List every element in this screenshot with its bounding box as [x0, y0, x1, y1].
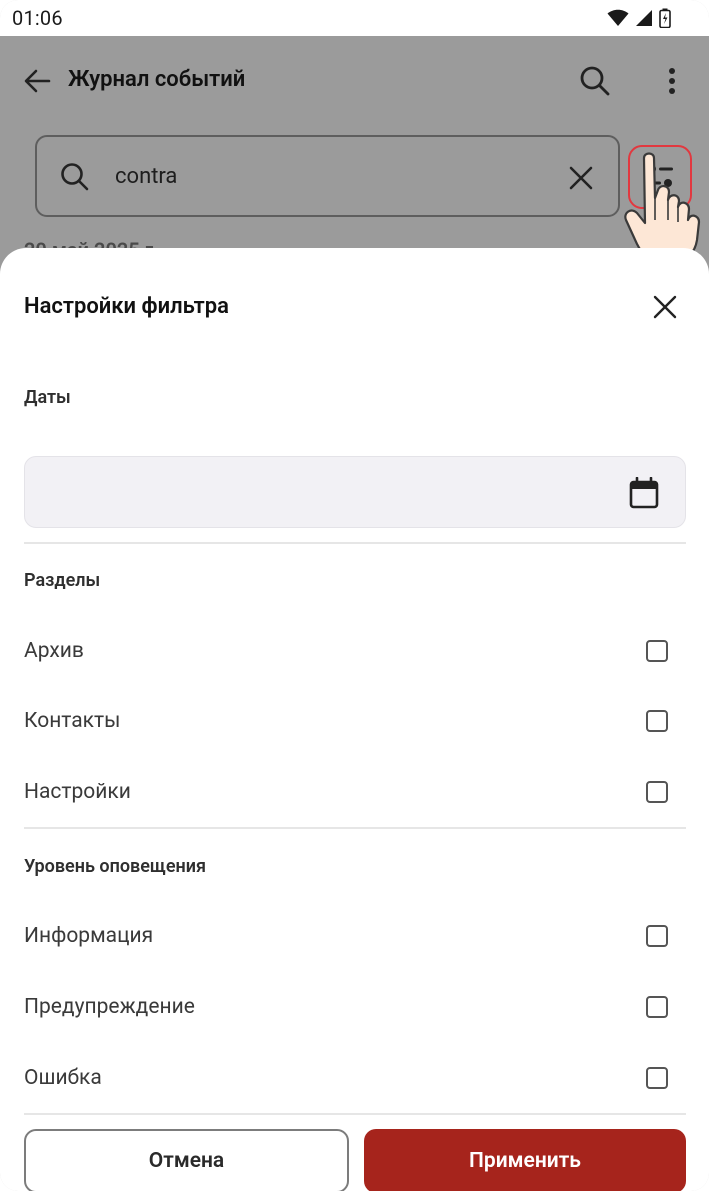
sheet-title: Настройки фильтра [24, 294, 229, 319]
divider [24, 1113, 686, 1115]
divider [24, 827, 686, 829]
level-label-error: Ошибка [24, 1066, 102, 1090]
app-title: Журнал событий [68, 67, 246, 92]
section-label-archive: Архив [24, 639, 84, 663]
section-label-contacts: Контакты [24, 709, 121, 733]
phone-screen: 01:06 Журнал событий contra Настройки фи… [0, 0, 709, 1191]
search-field-icon [61, 163, 89, 191]
clear-icon[interactable] [568, 165, 594, 191]
levels-section-label: Уровень оповещения [24, 856, 207, 877]
more-vert-icon[interactable] [660, 64, 684, 98]
cancel-button[interactable]: Отмена [24, 1129, 349, 1191]
app-bar: Журнал событий [0, 36, 709, 126]
divider [24, 542, 686, 544]
section-row-contacts[interactable]: Контакты [24, 697, 686, 747]
date-range-field[interactable] [24, 456, 686, 528]
wifi-icon [607, 9, 629, 26]
close-icon[interactable] [650, 292, 680, 322]
checkbox-warning[interactable] [646, 996, 668, 1018]
search-field[interactable]: contra [35, 135, 620, 217]
level-row-info[interactable]: Информация [24, 912, 686, 962]
search-icon[interactable] [578, 64, 612, 98]
level-row-warning[interactable]: Предупреждение [24, 983, 686, 1033]
dates-section-label: Даты [24, 387, 71, 408]
search-value[interactable]: contra [115, 164, 177, 189]
sections-section-label: Разделы [24, 570, 101, 591]
status-bar: 01:06 [0, 0, 709, 36]
apply-button[interactable]: Применить [364, 1129, 686, 1191]
checkbox-archive[interactable] [646, 640, 668, 662]
section-row-settings[interactable]: Настройки [24, 768, 686, 818]
level-label-warning: Предупреждение [24, 995, 195, 1019]
section-row-archive[interactable]: Архив [24, 627, 686, 677]
status-icons [607, 8, 671, 28]
checkbox-contacts[interactable] [646, 710, 668, 732]
level-label-info: Информация [24, 924, 154, 948]
calendar-icon[interactable] [629, 477, 659, 509]
filter-bottom-sheet: Настройки фильтра Даты Разделы Архив Кон… [0, 248, 709, 1191]
level-row-error[interactable]: Ошибка [24, 1054, 686, 1104]
section-label-settings: Настройки [24, 780, 131, 804]
checkbox-error[interactable] [646, 1067, 668, 1089]
back-arrow-icon[interactable] [22, 66, 52, 96]
checkbox-info[interactable] [646, 925, 668, 947]
checkbox-settings[interactable] [646, 781, 668, 803]
signal-icon [636, 10, 652, 26]
battery-icon [659, 8, 671, 28]
status-time: 01:06 [12, 6, 63, 30]
